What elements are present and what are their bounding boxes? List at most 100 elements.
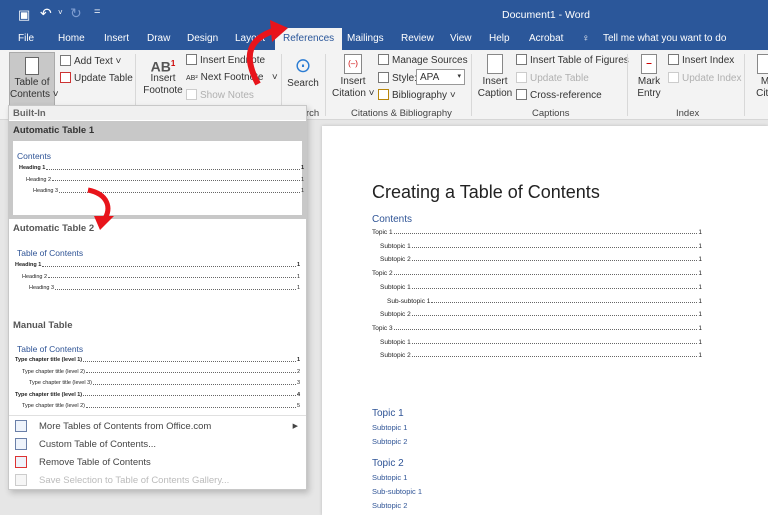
toc-entry[interactable]: Subtopic 1 1: [372, 243, 702, 250]
tab-view[interactable]: View: [450, 33, 472, 44]
more-tables-menu-item[interactable]: More Tables of Contents from Office.com ▶: [9, 417, 306, 435]
preview-line: Type chapter title (level 2) 5: [15, 403, 300, 409]
tab-help[interactable]: Help: [489, 33, 510, 44]
preview-leader: [85, 403, 296, 408]
custom-toc-menu-item[interactable]: Custom Table of Contents...: [9, 435, 306, 453]
preview-page: 1: [296, 273, 300, 280]
tab-acrobat[interactable]: Acrobat: [529, 33, 563, 44]
insert-table-of-figures-button[interactable]: Insert Table of Figures: [516, 54, 629, 66]
tab-insert[interactable]: Insert: [104, 33, 129, 44]
toc-entry[interactable]: Topic 2 1: [372, 270, 702, 277]
separator: [325, 54, 326, 116]
tab-mailings[interactable]: Mailings: [347, 33, 384, 44]
manage-sources-button[interactable]: Manage Sources: [378, 54, 468, 66]
tab-draw[interactable]: Draw: [147, 33, 170, 44]
remove-toc-icon: [15, 456, 27, 468]
heading-1: Topic 1: [372, 408, 404, 419]
toc-heading: Contents: [372, 214, 413, 225]
preview-text: Heading 3: [33, 188, 59, 194]
gallery-item-title: Automatic Table 1: [13, 125, 95, 136]
document-page[interactable]: Creating a Table of Contents Contents To…: [322, 126, 768, 515]
toc-entry[interactable]: Topic 1 1: [372, 229, 702, 236]
insert-footnote-button[interactable]: AB1 Insert Footnote: [142, 58, 184, 97]
insert-index-button[interactable]: Insert Index: [668, 54, 734, 66]
table-of-contents-button[interactable]: Table of Contents ˅: [9, 52, 59, 106]
research-group-label: rch: [306, 108, 320, 119]
separator: [471, 54, 472, 116]
mark-citation-button[interactable]: M Cita: [750, 54, 768, 100]
gallery-item-manual-table[interactable]: Table of Contents Type chapter title (le…: [9, 334, 306, 412]
gallery-item-automatic-table-1[interactable]: Automatic Table 1 Contents Heading 1 1 Hea…: [9, 121, 306, 219]
preview-line: Heading 2 1: [19, 177, 304, 183]
gallery-item-automatic-table-2[interactable]: Table of Contents Heading 1 1 Heading 2 1 He…: [9, 236, 306, 316]
toc-entry[interactable]: Subtopic 1 1: [372, 339, 702, 346]
insert-citation-button[interactable]: (–) Insert Citation ˅: [332, 54, 375, 100]
preview-leader: [83, 357, 296, 362]
preview-leader: [42, 262, 296, 267]
tell-me-input[interactable]: Tell me what you want to do: [603, 33, 726, 44]
save-icon[interactable]: ▣: [18, 7, 30, 23]
update-table-button[interactable]: Update Table: [60, 72, 133, 84]
toc-entry[interactable]: Subtopic 1 1: [372, 284, 702, 291]
toc-leader: [393, 229, 698, 234]
insert-footnote-label-1: Insert: [150, 72, 176, 84]
preview-page: 1: [300, 176, 304, 183]
save-selection-menu-item: Save Selection to Table of Contents Gall…: [9, 471, 306, 489]
preview-page: 5: [296, 403, 300, 409]
toc-entry[interactable]: Topic 3 1: [372, 325, 702, 332]
heading-2: Subtopic 2: [372, 437, 408, 446]
preview-text: Type chapter title (level 3): [29, 380, 92, 386]
office-com-icon: [15, 420, 27, 432]
citations-group-label: Citations & Bibliography: [351, 108, 452, 119]
heading-2: Sub-subtopic 1: [372, 487, 423, 496]
preview-heading: Table of Contents: [17, 344, 84, 354]
submenu-arrow-icon: ▶: [292, 423, 298, 430]
toc-page-number: 1: [698, 242, 702, 250]
mark-entry-icon: –: [641, 54, 657, 74]
tab-review[interactable]: Review: [401, 33, 434, 44]
toc-leader: [411, 311, 698, 317]
preview-text: Heading 1: [19, 165, 46, 171]
undo-icon[interactable]: ↶: [40, 5, 52, 22]
toc-entry[interactable]: Subtopic 2 1: [372, 311, 702, 318]
bibliography-button[interactable]: Bibliography ˅: [378, 89, 456, 101]
toc-page-number: 1: [698, 297, 702, 305]
toc-entry[interactable]: Subtopic 2 1: [372, 256, 702, 263]
undo-dropdown-icon[interactable]: ˅: [58, 8, 63, 17]
heading-1: Topic 2: [372, 458, 404, 469]
preview-line: Type chapter title (level 1) 1: [15, 357, 300, 363]
toc-leader: [411, 339, 698, 344]
mark-citation-label-2: Cita: [756, 88, 768, 99]
toc-leader: [411, 284, 698, 289]
insert-caption-label-2: Caption: [477, 88, 513, 99]
style-select[interactable]: APA ▾: [416, 69, 465, 85]
tab-file[interactable]: File: [18, 33, 34, 44]
update-index-button[interactable]: Update Index: [668, 72, 742, 84]
preview-page: 1: [296, 357, 300, 363]
mark-entry-button[interactable]: – Mark Entry: [632, 54, 666, 100]
add-text-button[interactable]: Add Text ˅: [60, 55, 121, 67]
tab-design[interactable]: Design: [187, 33, 218, 44]
customize-qat-icon[interactable]: =: [94, 6, 100, 18]
insert-caption-button[interactable]: Insert Caption: [476, 54, 514, 100]
toc-entry-text: Subtopic 2: [380, 352, 411, 360]
preview-page: 2: [296, 368, 300, 375]
divider: [9, 415, 306, 416]
toc-entry[interactable]: Sub-subtopic 1 1: [372, 298, 702, 305]
toc-leader: [393, 325, 698, 330]
captions-group-label: Captions: [532, 108, 570, 119]
remove-toc-menu-item[interactable]: Remove Table of Contents: [9, 453, 306, 471]
mark-citation-label-1: M: [760, 76, 768, 87]
toc-page-number: 1: [698, 324, 702, 332]
toc-leader: [411, 243, 698, 248]
preview-text: Heading 2: [22, 273, 48, 280]
toc-entry[interactable]: Subtopic 2 1: [372, 352, 702, 359]
redo-icon[interactable]: ↻: [70, 5, 82, 22]
cross-reference-button[interactable]: Cross-reference: [516, 89, 602, 101]
gallery-item-title: Manual Table: [13, 320, 73, 331]
heading-2: Subtopic 2: [372, 501, 408, 510]
table-of-figures-icon: [516, 54, 527, 65]
preview-leader: [92, 380, 296, 385]
update-table-figures-button[interactable]: Update Table: [516, 72, 589, 84]
tab-home[interactable]: Home: [58, 33, 85, 44]
